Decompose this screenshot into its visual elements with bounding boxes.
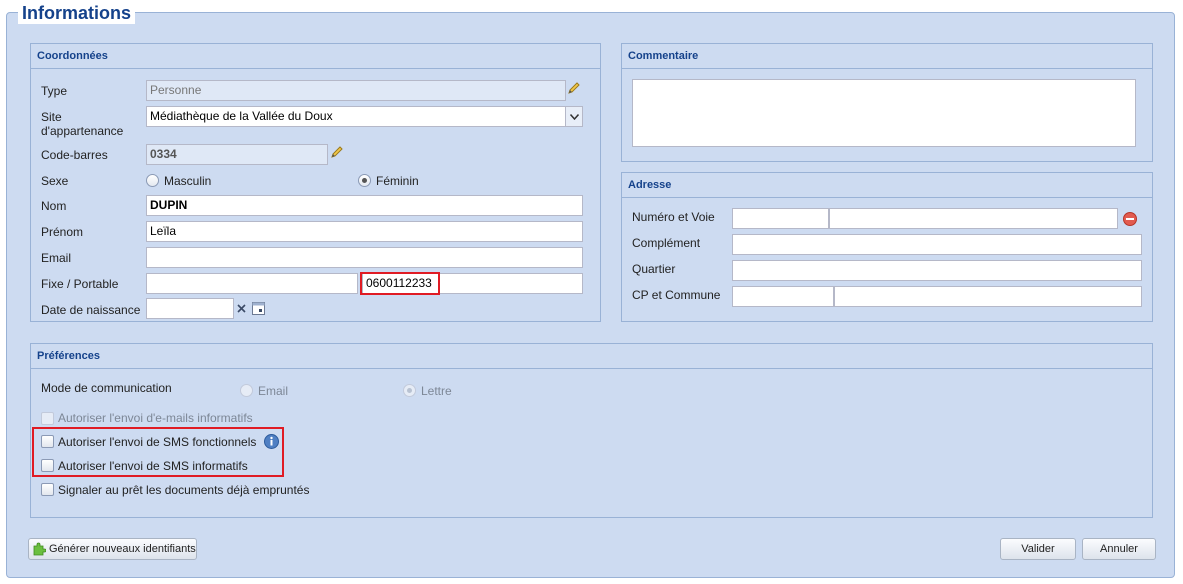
numero-field[interactable] — [732, 208, 829, 229]
site-select-value: Médiathèque de la Vallée du Doux — [150, 109, 333, 123]
chevron-down-icon[interactable] — [565, 107, 582, 126]
calendar-icon[interactable] — [250, 298, 266, 319]
sexe-label: Sexe — [41, 174, 69, 188]
coordonnees-fieldset: Coordonnées Type Personne Site d'apparte… — [30, 43, 601, 322]
site-label: Site d'appartenance — [41, 110, 123, 138]
edit-code-barres-pencil-icon[interactable] — [329, 144, 345, 160]
quartier-field[interactable] — [732, 260, 1142, 281]
page-title: Informations — [18, 2, 136, 24]
sms-options-highlight — [32, 427, 284, 477]
complement-label: Complément — [632, 236, 701, 250]
telephone-fixe-field[interactable] — [146, 273, 358, 294]
signaler-pret-label[interactable]: Signaler au prêt les documents déjà empr… — [58, 483, 309, 497]
adresse-fieldset: Adresse Numéro et Voie Complément Quarti… — [621, 172, 1153, 322]
emails-informatifs-label[interactable]: Autoriser l'envoi d'e-mails informatifs — [58, 411, 253, 425]
naissance-label: Date de naissance — [41, 303, 141, 317]
preferences-header: Préférences — [31, 344, 1152, 369]
complement-field[interactable] — [732, 234, 1142, 255]
annuler-button[interactable]: Annuler — [1082, 538, 1156, 560]
site-label-line1: Site — [41, 110, 62, 124]
code-barres-label: Code-barres — [41, 148, 108, 162]
nom-field[interactable]: DUPIN — [146, 195, 583, 216]
sexe-feminin-radio[interactable] — [358, 174, 371, 187]
cp-field[interactable] — [732, 286, 834, 307]
emails-informatifs-checkbox[interactable] — [41, 412, 54, 425]
clear-date-icon[interactable] — [233, 298, 249, 319]
quartier-label: Quartier — [632, 262, 676, 276]
mode-email-label[interactable]: Email — [258, 384, 288, 398]
prenom-field[interactable]: Leïla — [146, 221, 583, 242]
naissance-field[interactable] — [146, 298, 234, 319]
cp-commune-label: CP et Commune — [632, 288, 721, 302]
generer-identifiants-button[interactable]: Générer nouveaux identifiants — [28, 538, 197, 560]
puzzle-icon — [33, 542, 46, 556]
numero-voie-label: Numéro et Voie — [632, 210, 715, 224]
code-barres-field: 0334 — [146, 144, 328, 165]
valider-button[interactable]: Valider — [1000, 538, 1076, 560]
sexe-masculin-label[interactable]: Masculin — [164, 174, 211, 188]
edit-type-pencil-icon[interactable] — [566, 80, 582, 96]
commune-field[interactable] — [834, 286, 1142, 307]
email-label: Email — [41, 251, 72, 265]
mode-lettre-radio[interactable] — [403, 384, 416, 397]
mode-lettre-label[interactable]: Lettre — [421, 384, 452, 398]
site-label-line2: d'appartenance — [41, 124, 124, 138]
telephone-label: Fixe / Portable — [41, 277, 119, 291]
type-field: Personne — [146, 80, 566, 101]
signaler-pret-checkbox[interactable] — [41, 483, 54, 496]
portable-highlight — [360, 272, 440, 295]
site-select[interactable]: Médiathèque de la Vallée du Doux — [146, 106, 583, 127]
commentaire-textarea[interactable] — [632, 79, 1136, 147]
mode-email-radio[interactable] — [240, 384, 253, 397]
type-label: Type — [41, 84, 68, 98]
sexe-feminin-label[interactable]: Féminin — [376, 174, 419, 188]
email-field[interactable] — [146, 247, 583, 268]
prenom-label: Prénom — [41, 225, 84, 239]
remove-icon[interactable] — [1123, 212, 1137, 226]
mode-communication-label: Mode de communication — [41, 381, 172, 395]
voie-field[interactable] — [829, 208, 1118, 229]
nom-label: Nom — [41, 199, 67, 213]
adresse-header: Adresse — [622, 173, 1152, 198]
generer-identifiants-label: Générer nouveaux identifiants — [49, 543, 196, 555]
sexe-masculin-radio[interactable] — [146, 174, 159, 187]
commentaire-fieldset: Commentaire — [621, 43, 1153, 162]
coordonnees-header: Coordonnées — [31, 44, 600, 69]
commentaire-header: Commentaire — [622, 44, 1152, 69]
